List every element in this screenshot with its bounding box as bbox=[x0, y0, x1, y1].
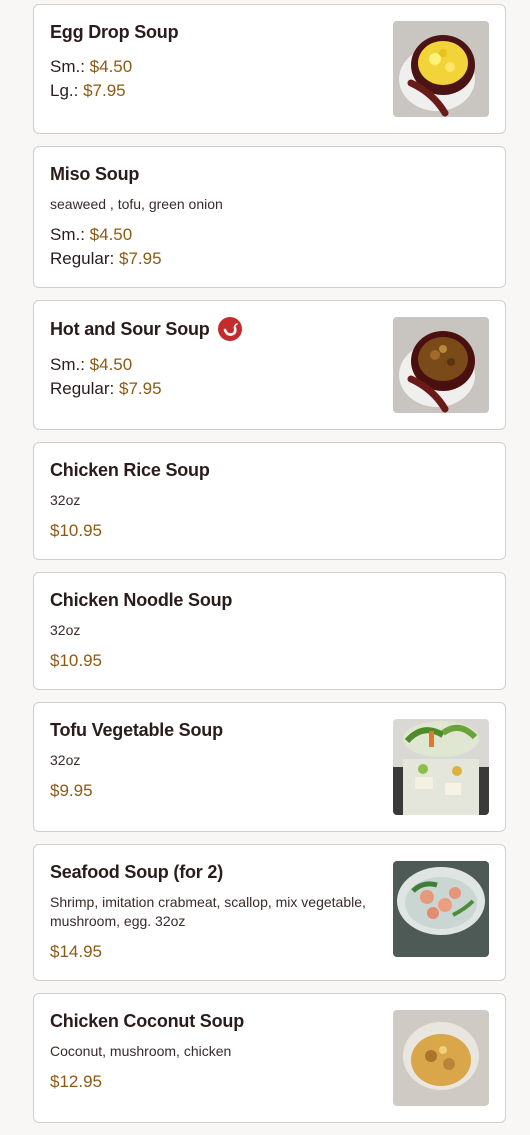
tofu-vegetable-soup-photo bbox=[393, 719, 489, 815]
price-amount: $9.95 bbox=[50, 781, 93, 800]
menu-item-description: 32oz bbox=[50, 492, 81, 508]
menu-item-name: Egg Drop Soup bbox=[50, 22, 179, 42]
price-amount: $7.95 bbox=[118, 249, 162, 268]
menu-item-description: Shrimp, imitation crabmeat, scallop, mix… bbox=[50, 894, 366, 929]
price-list: $10.95 bbox=[50, 519, 489, 543]
hot-and-sour-soup-photo bbox=[393, 317, 489, 413]
menu-item-card[interactable]: Miso Soup seaweed , tofu, green onion Sm… bbox=[33, 146, 506, 288]
menu-item-name: Seafood Soup (for 2) bbox=[50, 862, 223, 882]
seafood-soup-photo bbox=[393, 861, 489, 957]
menu-item-card[interactable]: Chicken Coconut Soup Coconut, mushroom, … bbox=[33, 993, 506, 1123]
menu-item-name: Chicken Coconut Soup bbox=[50, 1011, 245, 1031]
price-amount: $10.95 bbox=[50, 521, 102, 540]
price-amount: $10.95 bbox=[50, 651, 102, 670]
menu-item-card[interactable]: Tofu Vegetable Soup 32oz $9.95 bbox=[33, 702, 506, 832]
egg-drop-soup-photo bbox=[393, 21, 489, 117]
price-amount: $7.95 bbox=[83, 81, 126, 100]
menu-item-name: Chicken Rice Soup bbox=[50, 460, 210, 480]
menu-item-name: Chicken Noodle Soup bbox=[50, 590, 233, 610]
chicken-coconut-soup-photo bbox=[393, 1010, 489, 1106]
price-line: $10.95 bbox=[50, 649, 489, 673]
menu-item-card[interactable]: Egg Drop Soup Sm.: $4.50 Lg.: $7.95 bbox=[33, 4, 506, 134]
menu-item-name: Tofu Vegetable Soup bbox=[50, 720, 223, 740]
menu-item-card[interactable]: Chicken Noodle Soup 32oz $10.95 bbox=[33, 572, 506, 690]
menu-item-card[interactable]: Seafood Soup (for 2) Shrimp, imitation c… bbox=[33, 844, 506, 981]
price-list: $10.95 bbox=[50, 649, 489, 673]
price-amount: $4.50 bbox=[89, 225, 133, 244]
menu-item-card[interactable]: Hot and Sour Soup Sm.: $4.50 Regular: $7… bbox=[33, 300, 506, 430]
price-line: Sm.: $4.50 bbox=[50, 225, 133, 244]
menu-item-name: Hot and Sour Soup bbox=[50, 319, 210, 339]
menu-item-description: Coconut, mushroom, chicken bbox=[50, 1043, 232, 1059]
menu-item-description: 32oz bbox=[50, 752, 81, 768]
menu-item-card[interactable]: Chicken Rice Soup 32oz $10.95 bbox=[33, 442, 506, 560]
price-line: Regular: $7.95 bbox=[50, 249, 162, 268]
menu-item-description: seaweed , tofu, green onion bbox=[50, 196, 223, 212]
price-list: Sm.: $4.50 Regular: $7.95 bbox=[50, 223, 489, 271]
price-amount: $14.95 bbox=[50, 942, 102, 961]
price-line: $10.95 bbox=[50, 519, 489, 543]
price-amount: $7.95 bbox=[118, 379, 162, 398]
menu-item-name: Miso Soup bbox=[50, 164, 140, 184]
menu-item-list: Egg Drop Soup Sm.: $4.50 Lg.: $7.95 Miso… bbox=[33, 4, 506, 1135]
price-amount: $12.95 bbox=[50, 1072, 102, 1091]
spicy-pepper-icon bbox=[217, 317, 242, 341]
price-amount: $4.50 bbox=[89, 57, 133, 76]
price-amount: $4.50 bbox=[89, 355, 133, 374]
menu-item-description: 32oz bbox=[50, 622, 81, 638]
